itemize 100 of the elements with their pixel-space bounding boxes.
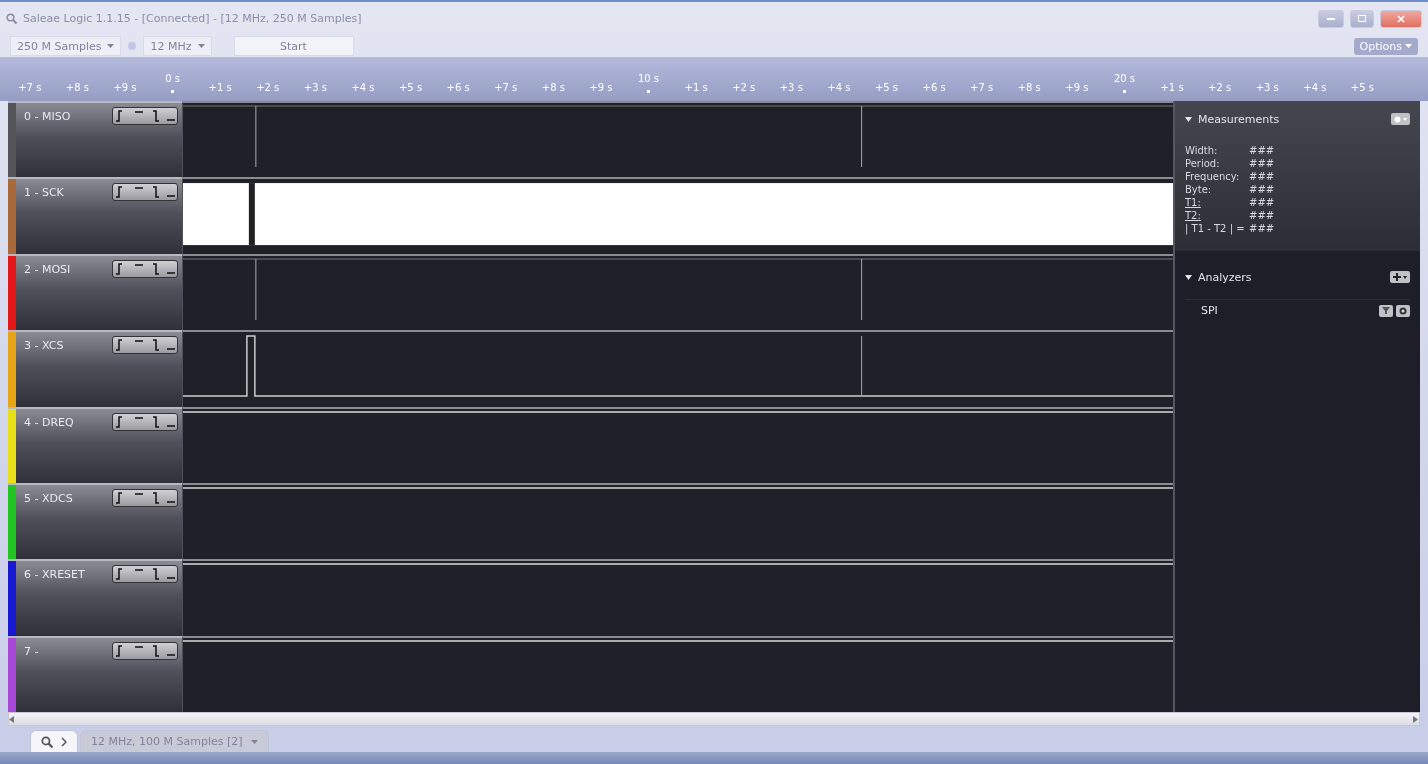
measurement-label: Byte: — [1185, 184, 1213, 195]
search-icon — [41, 735, 53, 748]
scroll-left-icon[interactable] — [9, 715, 15, 723]
options-button[interactable]: Options — [1353, 37, 1418, 55]
time-label: 10 s — [637, 73, 660, 84]
caret-icon — [250, 739, 258, 744]
measurement-label: T2: — [1185, 210, 1202, 221]
caret-icon — [1403, 117, 1407, 121]
edge-trigger-icon — [113, 568, 177, 581]
measurement-label: Width: — [1185, 145, 1219, 156]
trigger-button[interactable] — [112, 183, 178, 202]
add-analyzer-button[interactable] — [1390, 271, 1410, 283]
horizontal-scrollbar[interactable] — [8, 712, 1420, 726]
tick-label: +5 s — [398, 82, 423, 93]
panel-title: Analyzers — [1198, 270, 1253, 284]
edge-trigger-icon — [113, 186, 177, 199]
channel-name: 4 - DREQ — [24, 414, 75, 429]
tick-label: +9 s — [589, 82, 613, 93]
edge-trigger-icon — [113, 262, 177, 275]
collapse-icon[interactable] — [1185, 273, 1192, 281]
tick-label: +9 s — [113, 82, 137, 93]
measurement-value: ### — [1249, 184, 1275, 195]
measurement-value: ### — [1249, 197, 1275, 208]
trigger-button[interactable] — [112, 412, 178, 431]
measurement-label: | T1 - T2 | = — [1185, 223, 1246, 234]
tick-label: +8 s — [541, 82, 565, 93]
caret-icon — [197, 44, 205, 48]
tick-label: +7 s — [494, 82, 518, 93]
plus-icon — [1393, 273, 1401, 281]
caret-icon — [1405, 44, 1412, 48]
session-tab[interactable]: 12 MHz, 100 M Samples [2] — [80, 730, 269, 752]
measurement-label: T1: — [1185, 197, 1202, 208]
close-icon — [1397, 14, 1405, 23]
tick-label: +2 s — [256, 82, 280, 93]
edge-trigger-icon — [113, 644, 177, 657]
trigger-button[interactable] — [112, 107, 178, 125]
time-label: 0 s — [165, 73, 180, 84]
measurement-value: ### — [1249, 171, 1275, 182]
edge-trigger-icon — [113, 415, 177, 428]
trigger-button[interactable] — [112, 641, 178, 660]
start-button[interactable]: Start — [233, 36, 354, 56]
window-title: Saleae Logic 1.1.15 - [Connected] - [12 MHz, 250 M Samples] — [23, 12, 362, 25]
close-button[interactable] — [1380, 9, 1422, 28]
tick-mark-icon — [1122, 90, 1126, 93]
channel-name: 2 - MOSI — [24, 261, 72, 276]
caret-icon — [107, 44, 115, 48]
channel-name: 0 - MISO — [24, 109, 72, 123]
tick-label: +4 s — [1303, 82, 1327, 93]
channel-name: 3 - XCS — [24, 338, 65, 353]
maximize-icon — [1358, 15, 1366, 22]
trigger-button[interactable] — [112, 488, 178, 507]
scroll-right-icon[interactable] — [1413, 715, 1419, 723]
measurement-label: Frequency: — [1185, 171, 1241, 182]
filter-button[interactable] — [1379, 304, 1393, 317]
edge-trigger-icon — [113, 491, 177, 504]
settings-button[interactable] — [1396, 304, 1410, 317]
tick-label: +8 s — [1017, 82, 1041, 93]
caret-icon — [1403, 275, 1407, 279]
tick-label: +2 s — [732, 82, 756, 93]
tick-label: +2 s — [1208, 82, 1232, 93]
trigger-button[interactable] — [112, 336, 178, 355]
tick-label: +3 s — [779, 82, 803, 93]
tick-label: +8 s — [65, 82, 89, 93]
tick-label: +7 s — [18, 82, 42, 93]
trigger-button[interactable] — [112, 259, 178, 278]
tick-label: +6 s — [446, 82, 470, 93]
tick-mark-icon — [647, 90, 650, 93]
analyzer-name: SPI — [1201, 304, 1219, 317]
channel-name: 5 - XDCS — [24, 490, 74, 505]
tick-label: +4 s — [827, 82, 851, 93]
measurement-label: Period: — [1185, 158, 1221, 169]
tick-label: +5 s — [1350, 82, 1374, 93]
channel-name: 6 - XRESET — [24, 567, 86, 582]
measurement-value: ### — [1249, 223, 1275, 234]
tick-label: +5 s — [874, 82, 899, 93]
tick-label: +1 s — [208, 82, 232, 93]
search-icon — [6, 13, 17, 24]
search-tab[interactable] — [30, 730, 78, 752]
minimize-icon — [1327, 17, 1335, 20]
rate-dropdown[interactable]: 12 MHz — [143, 36, 212, 56]
channel-name: 7 - — [24, 643, 40, 658]
tick-label: +4 s — [351, 82, 375, 93]
time-label: 20 s — [1113, 73, 1135, 84]
chevron-right-icon — [61, 736, 67, 747]
tick-mark-icon — [171, 90, 175, 93]
tick-label: +7 s — [970, 82, 994, 93]
tick-label: +1 s — [684, 82, 708, 93]
samples-dropdown[interactable]: 250 M Samples — [10, 36, 122, 56]
measurement-value: ### — [1249, 145, 1275, 156]
panel-title: Measurements — [1198, 112, 1281, 126]
trigger-button[interactable] — [112, 565, 178, 584]
measurement-value: ### — [1249, 158, 1275, 169]
tick-label: +9 s — [1065, 82, 1089, 93]
collapse-icon[interactable] — [1185, 115, 1192, 123]
time-ruler[interactable]: +7 s +8 s +9 s 0 s +1 s +2 s +3 s +4 s +5 s +6 s +7 s +8 s +9 s 10 s +1 s +2 s +3 s +4 s +5 s +6 s +7 s +8 s +9 s 20 s +1 s +2 s +3 s +4 s +5 s — [0, 57, 1428, 101]
edge-trigger-icon — [113, 339, 177, 352]
tick-label: +6 s — [922, 82, 946, 93]
edge-trigger-icon — [113, 110, 177, 122]
measurement-value: ### — [1249, 210, 1275, 221]
tick-label: +3 s — [303, 82, 327, 93]
